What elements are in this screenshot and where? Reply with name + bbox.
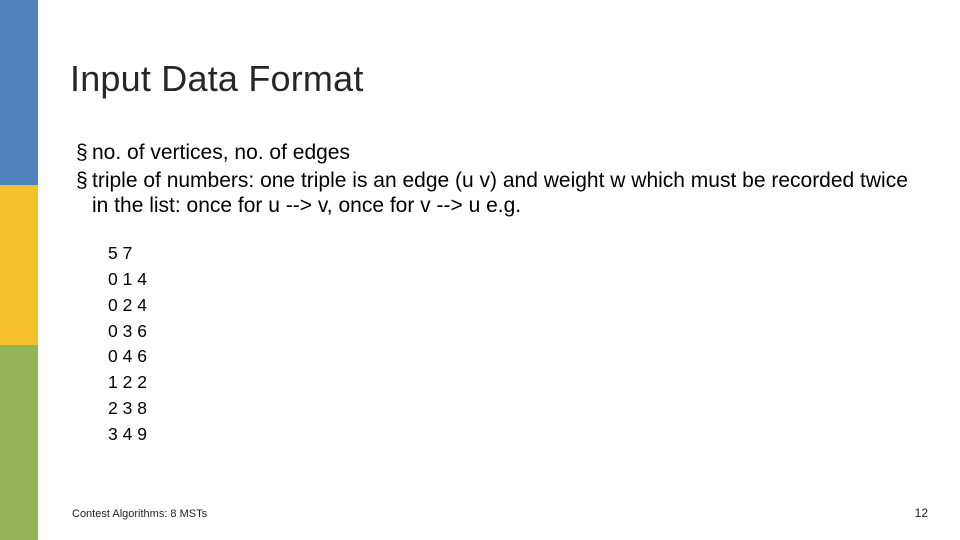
footer-left: Contest Algorithms: 8 MSTs	[72, 508, 207, 520]
data-line: 1 2 2	[108, 370, 930, 396]
bullet-item: triple of numbers: one triple is an edge…	[76, 168, 930, 219]
data-line: 3 4 9	[108, 422, 930, 448]
accent-column	[0, 0, 38, 540]
data-line: 5 7	[108, 241, 930, 267]
bullet-item: no. of vertices, no. of edges	[76, 140, 930, 166]
slide: Input Data Format no. of vertices, no. o…	[0, 0, 960, 540]
slide-number: 12	[915, 506, 928, 520]
data-line: 2 3 8	[108, 396, 930, 422]
data-line: 0 4 6	[108, 344, 930, 370]
example-data-block: 5 7 0 1 4 0 2 4 0 3 6 0 4 6 1 2 2 2 3 8 …	[108, 241, 930, 448]
accent-top	[0, 0, 38, 185]
accent-mid	[0, 185, 38, 345]
data-line: 0 1 4	[108, 267, 930, 293]
bullet-list: no. of vertices, no. of edges triple of …	[76, 140, 930, 219]
data-line: 0 2 4	[108, 293, 930, 319]
data-line: 0 3 6	[108, 319, 930, 345]
content-area: Input Data Format no. of vertices, no. o…	[70, 58, 930, 448]
slide-title: Input Data Format	[70, 58, 930, 100]
accent-bot	[0, 345, 38, 540]
